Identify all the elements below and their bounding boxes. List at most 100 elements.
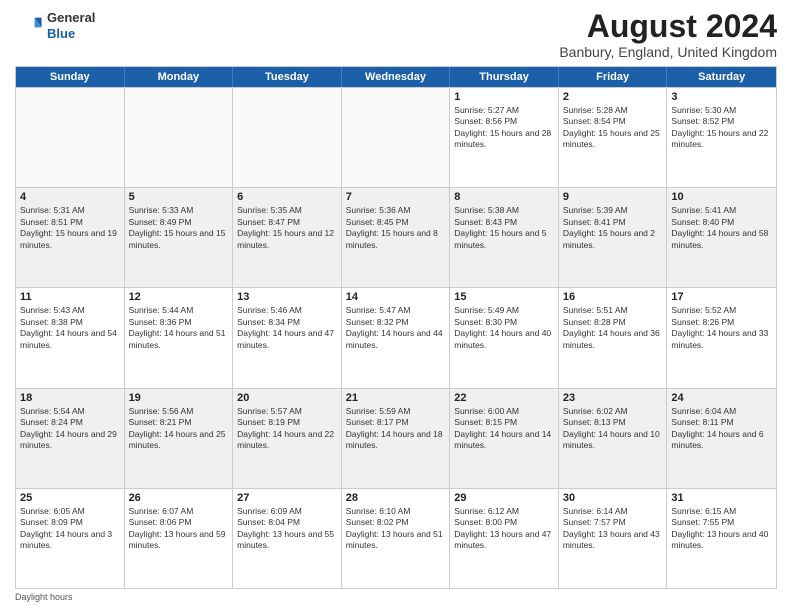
day-info: Sunrise: 6:14 AMSunset: 7:57 PMDaylight:… [563, 506, 663, 552]
day-number: 8 [454, 191, 554, 203]
calendar-cell: 10 Sunrise: 5:41 AMSunset: 8:40 PMDayligh… [667, 188, 776, 287]
calendar-cell: 3Sunrise: 5:30 AMSunset: 8:52 PMDaylight… [667, 88, 776, 187]
day-info: Sunrise: 5:47 AMSunset: 8:32 PMDaylight:… [346, 305, 446, 351]
calendar-cell: 5Sunrise: 5:33 AMSunset: 8:49 PMDaylight… [125, 188, 234, 287]
calendar-week-row: 25 Sunrise: 6:05 AMSunset: 8:09 PMDayligh… [16, 488, 776, 588]
day-number: 29 [454, 492, 554, 504]
day-info: Sunrise: 5:49 AMSunset: 8:30 PMDaylight:… [454, 305, 554, 351]
calendar-cell: 7 Sunrise: 5:36 AMSunset: 8:45 PMDaylight… [342, 188, 451, 287]
day-number: 10 [671, 191, 772, 203]
day-number: 24 [671, 392, 772, 404]
calendar: SundayMondayTuesdayWednesdayThursdayFrid… [15, 66, 777, 589]
day-info: Sunrise: 5:54 AMSunset: 8:24 PMDaylight:… [20, 406, 120, 452]
calendar-cell: 2 Sunrise: 5:28 AMSunset: 8:54 PMDaylight… [559, 88, 668, 187]
calendar-cell: 22 Sunrise: 6:00 AMSunset: 8:15 PMDayligh… [450, 389, 559, 488]
logo-text: General Blue [47, 10, 95, 41]
day-number: 16 [563, 291, 663, 303]
calendar-body: 1 Sunrise: 5:27 AMSunset: 8:56 PMDaylight… [16, 87, 776, 588]
day-info: Sunrise: 5:46 AMSunset: 8:34 PMDaylight:… [237, 305, 337, 351]
logo-icon [15, 12, 43, 40]
day-number: 1 [454, 91, 554, 103]
calendar-cell: 23Sunrise: 6:02 AMSunset: 8:13 PMDayligh… [559, 389, 668, 488]
day-info: Sunrise: 5:27 AMSunset: 8:56 PMDaylight:… [454, 105, 554, 151]
calendar-cell: 29 Sunrise: 6:12 AMSunset: 8:00 PMDayligh… [450, 489, 559, 588]
day-info: Sunrise: 6:12 AMSunset: 8:00 PMDaylight:… [454, 506, 554, 552]
day-number: 2 [563, 91, 663, 103]
day-number: 23 [563, 392, 663, 404]
day-info: Sunrise: 5:56 AMSunset: 8:21 PMDaylight:… [129, 406, 229, 452]
title-block: August 2024 Banbury, England, United Kin… [559, 10, 777, 60]
day-info: Sunrise: 5:38 AMSunset: 8:43 PMDaylight:… [454, 205, 554, 251]
calendar-cell: 9Sunrise: 5:39 AMSunset: 8:41 PMDaylight… [559, 188, 668, 287]
day-number: 11 [20, 291, 120, 303]
day-of-week-header: Tuesday [233, 67, 342, 87]
day-info: Sunrise: 6:04 AMSunset: 8:11 PMDaylight:… [671, 406, 772, 452]
day-info: Sunrise: 5:57 AMSunset: 8:19 PMDaylight:… [237, 406, 337, 452]
calendar-cell: 20 Sunrise: 5:57 AMSunset: 8:19 PMDayligh… [233, 389, 342, 488]
day-number: 30 [563, 492, 663, 504]
calendar-cell: 16 Sunrise: 5:51 AMSunset: 8:28 PMDayligh… [559, 288, 668, 387]
day-info: Sunrise: 6:05 AMSunset: 8:09 PMDaylight:… [20, 506, 120, 552]
calendar-cell: 30 Sunrise: 6:14 AMSunset: 7:57 PMDayligh… [559, 489, 668, 588]
day-number: 22 [454, 392, 554, 404]
calendar-cell: 21Sunrise: 5:59 AMSunset: 8:17 PMDayligh… [342, 389, 451, 488]
day-info: Sunrise: 5:51 AMSunset: 8:28 PMDaylight:… [563, 305, 663, 351]
calendar-cell: 17Sunrise: 5:52 AMSunset: 8:26 PMDayligh… [667, 288, 776, 387]
calendar-week-row: 11 Sunrise: 5:43 AMSunset: 8:38 PMDayligh… [16, 287, 776, 387]
day-info: Sunrise: 6:00 AMSunset: 8:15 PMDaylight:… [454, 406, 554, 452]
day-info: Sunrise: 5:44 AMSunset: 8:36 PMDaylight:… [129, 305, 229, 351]
day-number: 12 [129, 291, 229, 303]
day-number: 15 [454, 291, 554, 303]
day-number: 20 [237, 392, 337, 404]
logo: General Blue [15, 10, 95, 41]
calendar-cell: 1 Sunrise: 5:27 AMSunset: 8:56 PMDaylight… [450, 88, 559, 187]
day-info: Sunrise: 5:28 AMSunset: 8:54 PMDaylight:… [563, 105, 663, 151]
day-of-week-header: Monday [125, 67, 234, 87]
footer-note: Daylight hours [15, 592, 777, 602]
calendar-cell: 18 Sunrise: 5:54 AMSunset: 8:24 PMDayligh… [16, 389, 125, 488]
day-info: Sunrise: 5:43 AMSunset: 8:38 PMDaylight:… [20, 305, 120, 351]
day-number: 26 [129, 492, 229, 504]
calendar-week-row: 1 Sunrise: 5:27 AMSunset: 8:56 PMDaylight… [16, 87, 776, 187]
month-title: August 2024 [559, 10, 777, 42]
day-number: 19 [129, 392, 229, 404]
calendar-cell: 13Sunrise: 5:46 AMSunset: 8:34 PMDayligh… [233, 288, 342, 387]
day-info: Sunrise: 5:30 AMSunset: 8:52 PMDaylight:… [671, 105, 772, 151]
day-number: 6 [237, 191, 337, 203]
day-number: 28 [346, 492, 446, 504]
calendar-cell: 28Sunrise: 6:10 AMSunset: 8:02 PMDayligh… [342, 489, 451, 588]
day-info: Sunrise: 5:35 AMSunset: 8:47 PMDaylight:… [237, 205, 337, 251]
calendar-cell: 27Sunrise: 6:09 AMSunset: 8:04 PMDayligh… [233, 489, 342, 588]
calendar-cell: 19 Sunrise: 5:56 AMSunset: 8:21 PMDayligh… [125, 389, 234, 488]
calendar-cell: 4 Sunrise: 5:31 AMSunset: 8:51 PMDaylight… [16, 188, 125, 287]
day-number: 7 [346, 191, 446, 203]
day-number: 17 [671, 291, 772, 303]
day-number: 4 [20, 191, 120, 203]
calendar-week-row: 18 Sunrise: 5:54 AMSunset: 8:24 PMDayligh… [16, 388, 776, 488]
day-number: 25 [20, 492, 120, 504]
day-of-week-header: Friday [559, 67, 668, 87]
day-number: 5 [129, 191, 229, 203]
day-info: Sunrise: 6:09 AMSunset: 8:04 PMDaylight:… [237, 506, 337, 552]
calendar-cell: 14 Sunrise: 5:47 AMSunset: 8:32 PMDayligh… [342, 288, 451, 387]
calendar-cell [125, 88, 234, 187]
calendar-cell: 11 Sunrise: 5:43 AMSunset: 8:38 PMDayligh… [16, 288, 125, 387]
day-info: Sunrise: 5:31 AMSunset: 8:51 PMDaylight:… [20, 205, 120, 251]
calendar-cell: 26 Sunrise: 6:07 AMSunset: 8:06 PMDayligh… [125, 489, 234, 588]
calendar-cell: 8 Sunrise: 5:38 AMSunset: 8:43 PMDaylight… [450, 188, 559, 287]
page-header: General Blue August 2024 Banbury, Englan… [15, 10, 777, 60]
day-info: Sunrise: 5:36 AMSunset: 8:45 PMDaylight:… [346, 205, 446, 251]
day-info: Sunrise: 6:07 AMSunset: 8:06 PMDaylight:… [129, 506, 229, 552]
day-of-week-header: Sunday [16, 67, 125, 87]
day-info: Sunrise: 6:15 AMSunset: 7:55 PMDaylight:… [671, 506, 772, 552]
day-of-week-header: Wednesday [342, 67, 451, 87]
day-number: 14 [346, 291, 446, 303]
day-number: 31 [671, 492, 772, 504]
day-info: Sunrise: 5:41 AMSunset: 8:40 PMDaylight:… [671, 205, 772, 251]
logo-general: General [47, 10, 95, 26]
calendar-cell: 6 Sunrise: 5:35 AMSunset: 8:47 PMDaylight… [233, 188, 342, 287]
day-number: 18 [20, 392, 120, 404]
calendar-cell [342, 88, 451, 187]
location: Banbury, England, United Kingdom [559, 44, 777, 60]
calendar-cell: 12 Sunrise: 5:44 AMSunset: 8:36 PMDayligh… [125, 288, 234, 387]
